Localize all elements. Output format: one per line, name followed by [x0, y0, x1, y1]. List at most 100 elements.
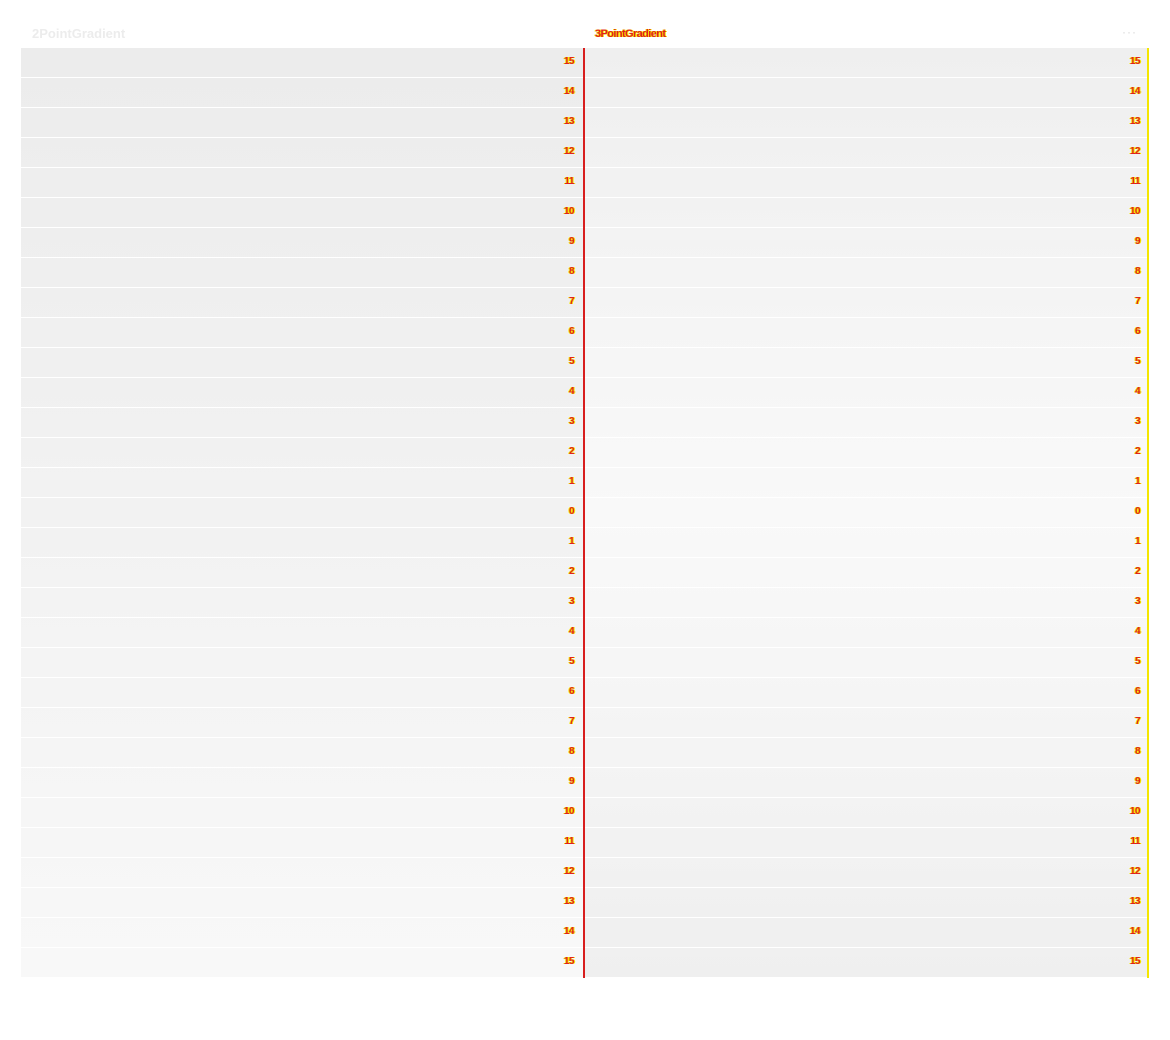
right-panel-row-value: 15: [1129, 956, 1141, 967]
right-panel-row: 11: [583, 168, 1149, 198]
right-panel-row-value: 4: [1134, 626, 1141, 637]
right-panel-row: 5: [583, 648, 1149, 678]
panels-area: 15 14 13 12 11 10 9 8 7 6 5 4 3 2 1 0 1 2 3 4 5 6 7 8 9 10 11 12 13 1…: [21, 48, 1149, 978]
right-panel-row-value: 9: [1134, 776, 1141, 787]
right-panel-row-value: 5: [1134, 356, 1141, 367]
left-panel-row-value: 10: [563, 806, 575, 817]
left-panel-row-value: 6: [568, 326, 575, 337]
right-panel-row: 13: [583, 888, 1149, 918]
left-panel-row: 4: [21, 378, 583, 408]
gradient-comparison: 2PointGradient 3PointGradient ··· 15 14 13…: [21, 20, 1149, 978]
left-panel-row-value: 1: [568, 536, 575, 547]
right-panel-row: 14: [583, 78, 1149, 108]
right-panel-row: 2: [583, 558, 1149, 588]
right-panel-row: 12: [583, 858, 1149, 888]
right-panel-row-value: 11: [1130, 836, 1140, 847]
left-panel-row-value: 7: [568, 296, 575, 307]
left-panel-row: 10: [21, 798, 583, 828]
right-panel-row: 7: [583, 288, 1149, 318]
left-panel-row-value: 10: [563, 206, 575, 217]
left-panel-row-value: 4: [568, 626, 575, 637]
right-panel-row-value: 3: [1134, 596, 1141, 607]
more-icon[interactable]: ···: [1122, 25, 1137, 39]
right-panel-row: 13: [583, 108, 1149, 138]
left-panel-row-value: 4: [568, 386, 575, 397]
left-panel-title: 2PointGradient: [32, 26, 126, 41]
left-panel-row: 14: [21, 78, 583, 108]
left-panel-row: 3: [21, 408, 583, 438]
left-panel-row: 9: [21, 228, 583, 258]
right-panel-row-value: 4: [1134, 386, 1141, 397]
left-panel-row: 8: [21, 258, 583, 288]
left-panel-row-value: 0: [568, 506, 575, 517]
left-panel-row: 6: [21, 318, 583, 348]
right-panel-row: 7: [583, 708, 1149, 738]
left-panel-row-value: 11: [564, 176, 574, 187]
left-panel-row: 6: [21, 678, 583, 708]
right-panel-row: 6: [583, 318, 1149, 348]
left-panel-row: 2: [21, 438, 583, 468]
left-panel-row: 11: [21, 168, 583, 198]
left-panel-row-value: 8: [568, 746, 575, 757]
right-panel-row-value: 10: [1129, 806, 1141, 817]
left-panel-row-value: 3: [568, 416, 575, 427]
left-panel-row-value: 1: [568, 476, 575, 487]
right-panel-row-value: 2: [1134, 566, 1141, 577]
left-panel-row-value: 5: [568, 356, 575, 367]
right-panel-row-value: 1: [1134, 536, 1141, 547]
left-panel-row-value: 12: [563, 146, 575, 157]
left-panel-row: 12: [21, 858, 583, 888]
right-panel-row-value: 15: [1129, 56, 1141, 67]
right-panel-row: 3: [583, 588, 1149, 618]
left-panel-row-value: 11: [564, 836, 574, 847]
left-panel-row-value: 14: [563, 86, 575, 97]
right-panel-row: 11: [583, 828, 1149, 858]
left-panel-row: 5: [21, 348, 583, 378]
right-panel-row-value: 8: [1134, 266, 1141, 277]
right-panel-row: 1: [583, 528, 1149, 558]
left-red-divider: [583, 48, 585, 978]
panel-header: 2PointGradient 3PointGradient ···: [21, 20, 1149, 48]
left-panel-row: 5: [21, 648, 583, 678]
right-panel-row-value: 6: [1134, 326, 1141, 337]
left-panel-row: 15: [21, 948, 583, 978]
right-panel-row: 8: [583, 738, 1149, 768]
right-panel-row: 5: [583, 348, 1149, 378]
left-panel-row: 14: [21, 918, 583, 948]
left-panel-row-value: 6: [568, 686, 575, 697]
left-panel-row-value: 2: [568, 566, 575, 577]
left-panel-row: 1: [21, 528, 583, 558]
left-panel-row: 15: [21, 48, 583, 78]
left-panel-row: 2: [21, 558, 583, 588]
right-panel-row: 9: [583, 768, 1149, 798]
right-panel-row-value: 0: [1134, 506, 1141, 517]
right-panel-row: 12: [583, 138, 1149, 168]
left-panel-row-value: 15: [563, 956, 575, 967]
right-panel-row-value: 7: [1134, 296, 1141, 307]
right-panel-row-value: 13: [1129, 896, 1141, 907]
right-gradient-panel: 15 14 13 12 11 10 9 8 7 6 5 4 3 2 1 0 1 2 3 4 5 6 7 8 9 10 11 12 13 1…: [583, 48, 1149, 978]
right-panel-row-value: 3: [1134, 416, 1141, 427]
right-panel-row: 14: [583, 918, 1149, 948]
right-panel-row-value: 2: [1134, 446, 1141, 457]
left-panel-row-value: 13: [563, 116, 575, 127]
left-panel-row: 12: [21, 138, 583, 168]
right-panel-row: 1: [583, 468, 1149, 498]
right-yellow-divider: [1147, 48, 1149, 978]
right-panel-row-value: 8: [1134, 746, 1141, 757]
left-panel-row-value: 5: [568, 656, 575, 667]
left-panel-row-value: 8: [568, 266, 575, 277]
right-panel-row-value: 14: [1129, 86, 1141, 97]
left-panel-row-value: 9: [568, 236, 575, 247]
left-panel-row-value: 13: [563, 896, 575, 907]
left-panel-row: 13: [21, 108, 583, 138]
left-panel-row: 10: [21, 198, 583, 228]
left-panel-row: 1: [21, 468, 583, 498]
right-panel-row: 10: [583, 198, 1149, 228]
right-panel-row-value: 12: [1129, 866, 1141, 877]
right-panel-row-value: 6: [1134, 686, 1141, 697]
left-panel-row-value: 2: [568, 446, 575, 457]
right-panel-row: 0: [583, 498, 1149, 528]
left-panel-row: 9: [21, 768, 583, 798]
right-panel-row-value: 5: [1134, 656, 1141, 667]
